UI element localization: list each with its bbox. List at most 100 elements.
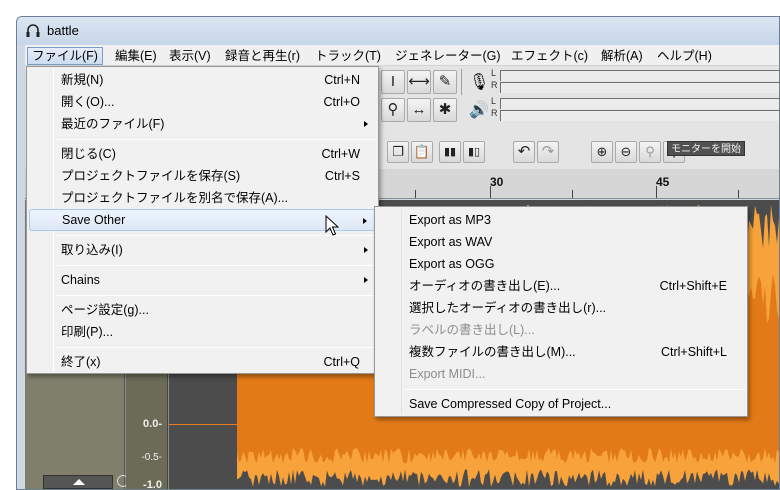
file-menu-item-0[interactable]: 新規(N) Ctrl+N	[29, 69, 376, 91]
file-menu-item-3[interactable]: 閉じる(C) Ctrl+W	[29, 143, 376, 165]
copy-icon[interactable]: ❐	[387, 141, 409, 163]
meter-left-label: L	[491, 96, 497, 106]
menu-analyze[interactable]: 解析(A)	[597, 47, 647, 65]
menu-item-label: Save Other	[62, 213, 126, 227]
meter-left-label: L	[491, 68, 497, 78]
playback-meter[interactable]	[500, 110, 779, 121]
save-other-item-7: Export MIDI...	[377, 363, 745, 385]
menu-help[interactable]: ヘルプ(H)	[653, 47, 716, 65]
speaker-icon[interactable]: 🔊	[469, 100, 489, 120]
playback-meter[interactable]	[500, 98, 779, 109]
submenu-arrow-icon	[364, 121, 368, 127]
undo-icon[interactable]: ↶	[513, 141, 535, 163]
menu-item-label: Save Compressed Copy of Project...	[409, 397, 612, 411]
menu-item-label: 開く(O)...	[61, 95, 115, 109]
menu-item-label: ページ設定(g)...	[61, 303, 149, 317]
timeshift-tool-icon[interactable]: ↔	[407, 98, 431, 122]
menu-item-label: Export as OGG	[409, 257, 495, 271]
menu-item-label: ラベルの書き出し(L)...	[409, 323, 535, 337]
ruler-tick	[738, 190, 739, 198]
menu-generate[interactable]: ジェネレーター(G)	[391, 47, 505, 65]
zoom-out-icon[interactable]: ⊖	[615, 141, 637, 163]
save-other-item-0[interactable]: Export as MP3	[377, 209, 745, 231]
save-other-item-4[interactable]: 選択したオーディオの書き出し(r)...	[377, 297, 745, 319]
zoom-in-icon[interactable]: ⊕	[591, 141, 613, 163]
mouse-cursor-icon	[325, 215, 339, 236]
title-bar[interactable]: battle	[17, 17, 779, 45]
ruler-label: 45	[656, 175, 670, 189]
menu-transport[interactable]: 録音と再生(r)	[221, 47, 304, 65]
file-menu-item-8[interactable]: Chains	[29, 269, 376, 291]
file-menu-item-1[interactable]: 開く(O)... Ctrl+O	[29, 91, 376, 113]
redo-icon[interactable]: ↷	[537, 141, 559, 163]
menu-item-shortcut: Ctrl+N	[324, 73, 360, 87]
menu-item-label: Chains	[61, 273, 100, 287]
menu-separator	[405, 389, 745, 390]
ruler-tick	[656, 186, 657, 198]
file-menu-item-9[interactable]: ページ設定(g)...	[29, 299, 376, 321]
menu-file[interactable]: ファイル(F)	[27, 47, 103, 65]
record-meter[interactable]	[500, 70, 779, 81]
scale-label: 0.0-	[143, 418, 162, 430]
menu-item-label: 取り込み(I)	[61, 243, 123, 257]
menu-item-label: 最近のファイル(F)	[61, 117, 165, 131]
file-menu-item-11[interactable]: 終了(x) Ctrl+Q	[29, 351, 376, 373]
menu-separator	[57, 265, 376, 266]
menu-item-shortcut: Ctrl+Shift+E	[659, 279, 727, 293]
menu-view[interactable]: 表示(V)	[165, 47, 215, 65]
start-monitoring-button[interactable]: モニターを開始	[667, 141, 745, 156]
menu-tracks[interactable]: トラック(T)	[311, 47, 385, 65]
file-menu-item-7[interactable]: 取り込み(I)	[29, 239, 376, 261]
ruler-tick	[572, 190, 573, 198]
silence-icon[interactable]: ▮▯	[463, 141, 485, 163]
headphones-icon	[26, 24, 40, 37]
save-other-item-8[interactable]: Save Compressed Copy of Project...	[377, 393, 745, 415]
menu-item-label: 閉じる(C)	[61, 147, 116, 161]
save-other-item-3[interactable]: オーディオの書き出し(E)... Ctrl+Shift+E	[377, 275, 745, 297]
fit-selection-icon[interactable]: ⚲	[639, 141, 661, 163]
menu-separator	[57, 295, 376, 296]
menu-effect[interactable]: エフェクト(c)	[507, 47, 592, 65]
ruler-label: 30	[490, 175, 504, 189]
menu-item-label: プロジェクトファイルを別名で保存(A)...	[61, 191, 289, 205]
file-menu-item-10[interactable]: 印刷(P)...	[29, 321, 376, 343]
save-other-item-2[interactable]: Export as OGG	[377, 253, 745, 275]
menu-item-shortcut: Ctrl+S	[324, 169, 360, 183]
save-other-submenu: Export as MP3 Export as WAV Export as OGG オ…	[374, 206, 748, 417]
ruler-tick	[490, 186, 491, 198]
menu-item-label: Export as MP3	[409, 213, 491, 227]
submenu-arrow-icon	[363, 218, 367, 224]
save-other-item-1[interactable]: Export as WAV	[377, 231, 745, 253]
menu-separator	[57, 347, 376, 348]
envelope-tool-icon[interactable]: ⟷	[407, 70, 431, 94]
menu-item-label: Export as WAV	[409, 235, 493, 249]
zoom-tool-icon[interactable]: ⚲	[381, 98, 405, 122]
menu-edit[interactable]: 編集(E)	[111, 47, 161, 65]
select-tool-button[interactable]: I	[381, 70, 405, 94]
zero-line	[169, 424, 237, 425]
multi-tool-icon[interactable]: ✱	[433, 98, 457, 122]
submenu-arrow-icon	[364, 247, 368, 253]
menu-separator	[57, 139, 376, 140]
scale-label: -0.5-	[141, 452, 162, 463]
meter-right-label: R	[491, 108, 498, 118]
collapse-track-button[interactable]	[43, 475, 113, 489]
menu-item-label: 複数ファイルの書き出し(M)...	[409, 345, 576, 359]
meter-right-label: R	[491, 80, 498, 90]
menu-item-label: 新規(N)	[61, 73, 104, 87]
record-meter[interactable]	[500, 82, 779, 93]
menu-item-shortcut: Ctrl+Shift+L	[660, 345, 727, 359]
file-menu-item-6[interactable]: Save Other	[29, 209, 376, 231]
file-menu-item-5[interactable]: プロジェクトファイルを別名で保存(A)...	[29, 187, 376, 209]
menu-item-shortcut: Ctrl+Q	[323, 355, 360, 369]
paste-icon[interactable]: 📋	[411, 141, 433, 163]
trim-icon[interactable]: ▮▮	[439, 141, 461, 163]
scale-label: -1.0	[143, 479, 162, 490]
toolbar-separator	[461, 69, 462, 95]
microphone-icon[interactable]: 🎙	[469, 72, 489, 92]
file-menu-item-4[interactable]: プロジェクトファイルを保存(S) Ctrl+S	[29, 165, 376, 187]
menu-item-label: オーディオの書き出し(E)...	[409, 279, 561, 293]
pencil-tool-icon[interactable]: ✎	[433, 70, 457, 94]
file-menu-item-2[interactable]: 最近のファイル(F)	[29, 113, 376, 135]
save-other-item-6[interactable]: 複数ファイルの書き出し(M)... Ctrl+Shift+L	[377, 341, 745, 363]
